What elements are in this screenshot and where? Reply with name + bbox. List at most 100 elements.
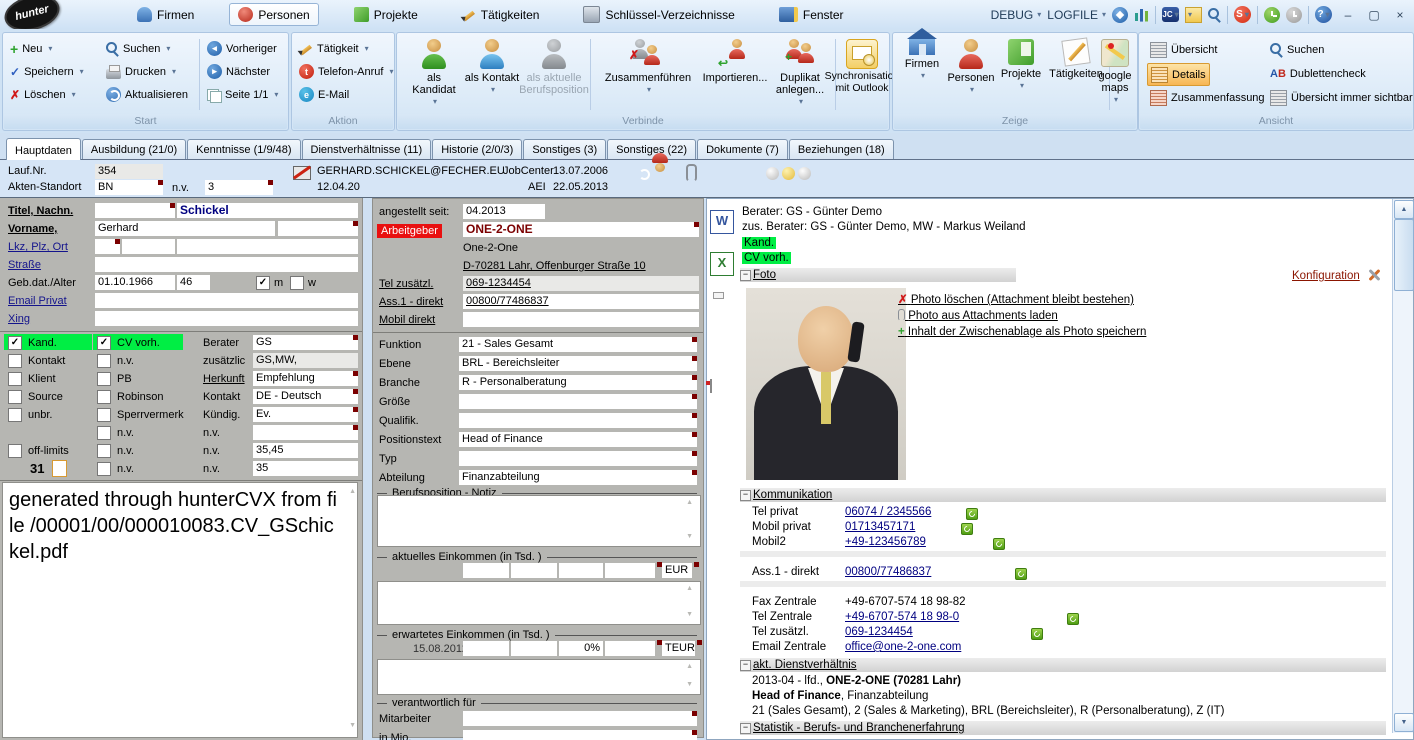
nv5-checkbox[interactable]	[97, 462, 111, 476]
tel-privat-value[interactable]: 06074 / 2345566	[845, 506, 931, 518]
robinson-checkbox[interactable]	[97, 390, 111, 404]
uebersicht-immer-sichtbar-button[interactable]: Übersicht immer sichtbar	[1267, 87, 1414, 108]
tools-icon[interactable]	[1367, 268, 1381, 282]
excel-export-icon[interactable]: X	[710, 252, 734, 276]
vertical-scrollbar[interactable]: ▲ ▼	[1392, 199, 1413, 733]
nv3-checkbox[interactable]	[97, 426, 111, 440]
berater-field[interactable]: GS	[253, 335, 358, 350]
paperclip-icon[interactable]	[686, 164, 697, 182]
naechster-button[interactable]: ▸Nächster	[204, 61, 273, 82]
positionstext-field[interactable]: Head of Finance	[459, 432, 697, 447]
einkommen-feld-3[interactable]	[559, 563, 603, 578]
dial-icon[interactable]	[1067, 613, 1079, 625]
zeige-personen-button[interactable]: Personen	[945, 37, 997, 113]
mobil-direkt-field[interactable]	[463, 312, 699, 327]
als-berufsposition-button[interactable]: als aktuelle Berufsposition	[521, 37, 587, 113]
menu-item-schluessel-verzeichnisse[interactable]: Schlüssel-Verzeichnisse	[574, 3, 743, 26]
tel-zentrale-value[interactable]: +49-6707-574 18 98-0	[845, 611, 959, 623]
tel-zusaetzl-value[interactable]: 069-1234454	[845, 626, 913, 638]
email-blocked-icon[interactable]	[293, 166, 311, 180]
kuendig-field[interactable]: Ev.	[253, 407, 358, 422]
kommunikation-section-header[interactable]: −Kommunikation	[740, 488, 1386, 502]
scroll-up-button[interactable]: ▲	[1394, 200, 1414, 219]
herkunft-label[interactable]: Herkunft	[203, 373, 245, 385]
typ-field[interactable]	[459, 451, 697, 466]
status-orb-3[interactable]	[798, 167, 811, 180]
duplikat-anlegen-button[interactable]: +Duplikat anlegen...	[767, 37, 833, 113]
scroll-down-button[interactable]: ▼	[1394, 713, 1414, 732]
scroll-down-icon[interactable]: ▼	[686, 611, 693, 618]
konfiguration-link[interactable]: Konfiguration	[1292, 270, 1360, 282]
tab-historie[interactable]: Historie (2/0/3)	[432, 139, 522, 159]
google-maps-button[interactable]: google maps	[1095, 37, 1135, 113]
xing-field[interactable]	[95, 311, 358, 326]
print-icon[interactable]	[710, 296, 732, 318]
titel-field[interactable]	[95, 203, 175, 218]
zusammenfassung-button[interactable]: Zusammenfassung	[1147, 87, 1268, 108]
statistik-section-header[interactable]: −Statistik - Berufs- und Branchenerfahru…	[740, 721, 1386, 735]
kand-checkbox[interactable]	[8, 336, 22, 350]
mitarbeiter-field[interactable]	[463, 711, 697, 726]
status-orb-2[interactable]	[782, 167, 795, 180]
menu-item-personen[interactable]: Personen	[229, 3, 318, 26]
dublettencheck-button[interactable]: ABDublettencheck	[1267, 63, 1369, 84]
scroll-thumb[interactable]	[1394, 219, 1414, 291]
geschlecht-m-checkbox[interactable]	[256, 276, 270, 290]
ebene-field[interactable]: BRL - Bereichsleiter	[459, 356, 697, 371]
dial-icon[interactable]	[1015, 568, 1027, 580]
angestellt-seit-field[interactable]: 04.2013	[463, 204, 545, 219]
einkommen-notiz-textarea[interactable]	[377, 581, 701, 625]
dial-icon[interactable]	[966, 508, 978, 520]
menu-item-firmen[interactable]: Firmen	[128, 3, 203, 26]
skype-icon[interactable]: S	[1234, 6, 1251, 23]
tab-kenntnisse[interactable]: Kenntnisse (1/9/48)	[187, 139, 300, 159]
tab-sonstiges-22[interactable]: Sonstiges (22)	[607, 139, 696, 159]
scroll-up-icon[interactable]: ▲	[349, 488, 356, 495]
minimize-button[interactable]: –	[1338, 6, 1358, 24]
plz-field[interactable]	[122, 239, 175, 254]
restore-button[interactable]: ▢	[1364, 6, 1384, 24]
tab-beziehungen[interactable]: Beziehungen (18)	[789, 139, 894, 159]
kontakt-checkbox[interactable]	[8, 354, 22, 368]
berufsposition-notiz-textarea[interactable]	[377, 495, 701, 547]
pb-checkbox[interactable]	[97, 372, 111, 386]
nv8-field[interactable]: 35	[253, 461, 358, 476]
telefon-anruf-button[interactable]: tTelefon-Anruf	[296, 61, 396, 82]
document-icon[interactable]	[52, 460, 67, 477]
aktualisieren-button[interactable]: Aktualisieren	[103, 84, 191, 105]
close-button[interactable]: ×	[1390, 6, 1410, 24]
tab-dokumente[interactable]: Dokumente (7)	[697, 139, 788, 159]
timer-green-icon[interactable]	[1264, 7, 1280, 23]
zusaetzlich-field[interactable]: GS,MW,	[253, 353, 358, 368]
gebdat-field[interactable]: 01.10.1966	[95, 275, 175, 290]
arbeitgeber-field[interactable]: ONE-2-ONE	[463, 222, 699, 237]
suchen-button[interactable]: Suchen	[103, 38, 173, 59]
scroll-up-icon[interactable]: ▲	[686, 499, 693, 506]
outlook-sync-button[interactable]: Synchronisation mit Outlook	[837, 37, 887, 113]
sperrvermerk-checkbox[interactable]	[97, 408, 111, 422]
tab-ausbildung[interactable]: Ausbildung (21/0)	[82, 139, 186, 159]
calendar-icon[interactable]: 31	[30, 461, 44, 476]
nv6-field[interactable]	[253, 425, 358, 440]
qualifik-field[interactable]	[459, 413, 697, 428]
email-privat-field[interactable]	[95, 293, 358, 308]
laufnr-field[interactable]: 354	[95, 164, 163, 179]
einkommen-feld-2[interactable]	[511, 563, 557, 578]
erw-feld-4[interactable]	[605, 641, 655, 656]
einkommen-feld-1[interactable]	[463, 563, 509, 578]
ort-field[interactable]	[177, 239, 358, 254]
off-limits-checkbox[interactable]	[8, 444, 22, 458]
photo-clipboard-link[interactable]: + Inhalt der Zwischenablage als Photo sp…	[898, 326, 1146, 338]
email-button[interactable]: eE-Mail	[296, 84, 352, 105]
klient-checkbox[interactable]	[8, 372, 22, 386]
herkunft-field[interactable]: Empfehlung	[253, 371, 358, 386]
vorname-field[interactable]: Gerhard	[95, 221, 275, 236]
photo-delete-link[interactable]: ✗ Photo löschen (Attachment bleibt beste…	[898, 292, 1134, 306]
nv2-checkbox[interactable]	[97, 354, 111, 368]
vorheriger-button[interactable]: ◂Vorheriger	[204, 38, 280, 59]
scroll-down-icon[interactable]: ▼	[686, 681, 693, 688]
abteilung-field[interactable]: Finanzabteilung	[459, 470, 697, 485]
mobil2-value[interactable]: +49-123456789	[845, 536, 926, 548]
ass1-direkt-field[interactable]: 00800/77486837	[463, 294, 699, 309]
erw-prozent-field[interactable]: 0%	[559, 641, 603, 656]
